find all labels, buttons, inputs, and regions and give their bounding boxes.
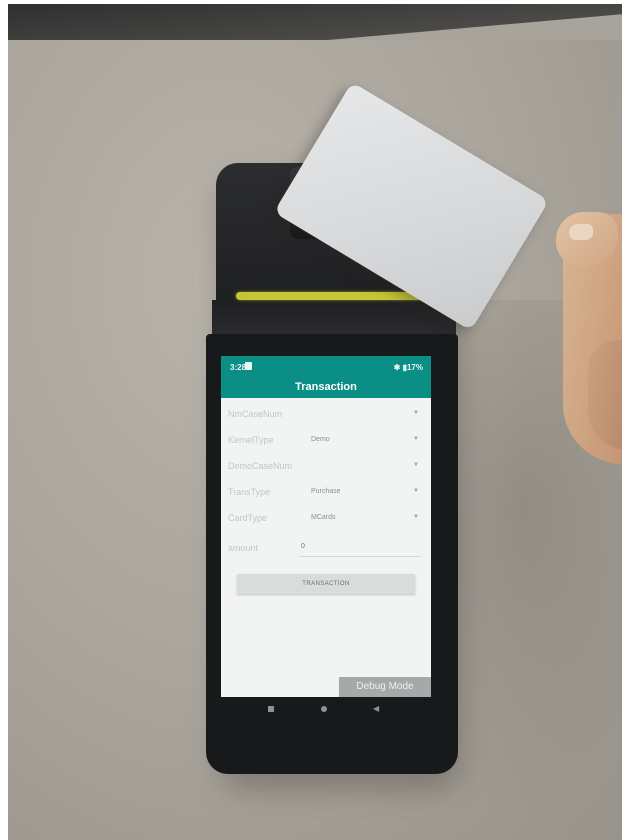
chevron-down-icon: ▼: [413, 410, 419, 416]
app-bar: Transaction: [221, 378, 431, 398]
back-icon[interactable]: ◀: [373, 704, 379, 713]
notification-icon: [245, 362, 252, 370]
card-type-label: CardType: [228, 513, 268, 523]
trans-type-value: Purchase: [311, 488, 341, 495]
status-bar: 3:28 ✱ ▮17%: [221, 356, 431, 378]
amount-input[interactable]: [299, 536, 421, 557]
nm-case-num-select[interactable]: NmCaseNum ▼: [221, 398, 431, 424]
chevron-down-icon: ▼: [413, 514, 419, 520]
trans-type-label: TransType: [228, 487, 271, 497]
demo-case-num-label: DemoCaseNum: [228, 461, 293, 471]
kernel-type-label: KernelType: [228, 435, 274, 445]
system-nav-bar: ◀: [221, 698, 431, 722]
terminal-screen: 3:28 ✱ ▮17% Transaction NmCaseNum ▼ Kern…: [221, 356, 431, 697]
chevron-down-icon: ▼: [413, 488, 419, 494]
kernel-type-select[interactable]: KernelType Demo ▼: [221, 424, 431, 450]
photo: 3:28 ✱ ▮17% Transaction NmCaseNum ▼ Kern…: [0, 0, 626, 840]
transaction-form: NmCaseNum ▼ KernelType Demo ▼ DemoCaseNu…: [221, 398, 431, 562]
thumbnail-nail: [569, 224, 593, 240]
chevron-down-icon: ▼: [413, 436, 419, 442]
page-title: Transaction: [295, 381, 357, 393]
status-indicators: ✱ ▮17%: [393, 363, 423, 372]
kernel-type-value: Demo: [311, 436, 330, 443]
transaction-button[interactable]: TRANSACTION: [237, 574, 415, 594]
status-time: 3:28: [230, 363, 247, 372]
printer-lower-housing: [212, 300, 456, 336]
amount-row: amount: [221, 528, 431, 562]
amount-label: amount: [228, 543, 259, 553]
card-type-select[interactable]: CardType MCards ▼: [221, 502, 431, 528]
recent-apps-icon[interactable]: [268, 706, 274, 712]
trans-type-select[interactable]: TransType Purchase ▼: [221, 476, 431, 502]
chevron-down-icon: ▼: [413, 462, 419, 468]
debug-mode-badge: Debug Mode: [339, 677, 431, 697]
nm-case-num-label: NmCaseNum: [228, 409, 283, 419]
demo-case-num-select[interactable]: DemoCaseNum ▼: [221, 450, 431, 476]
card-type-value: MCards: [311, 514, 336, 521]
paper-slot: [236, 292, 422, 300]
home-icon[interactable]: [321, 706, 327, 712]
